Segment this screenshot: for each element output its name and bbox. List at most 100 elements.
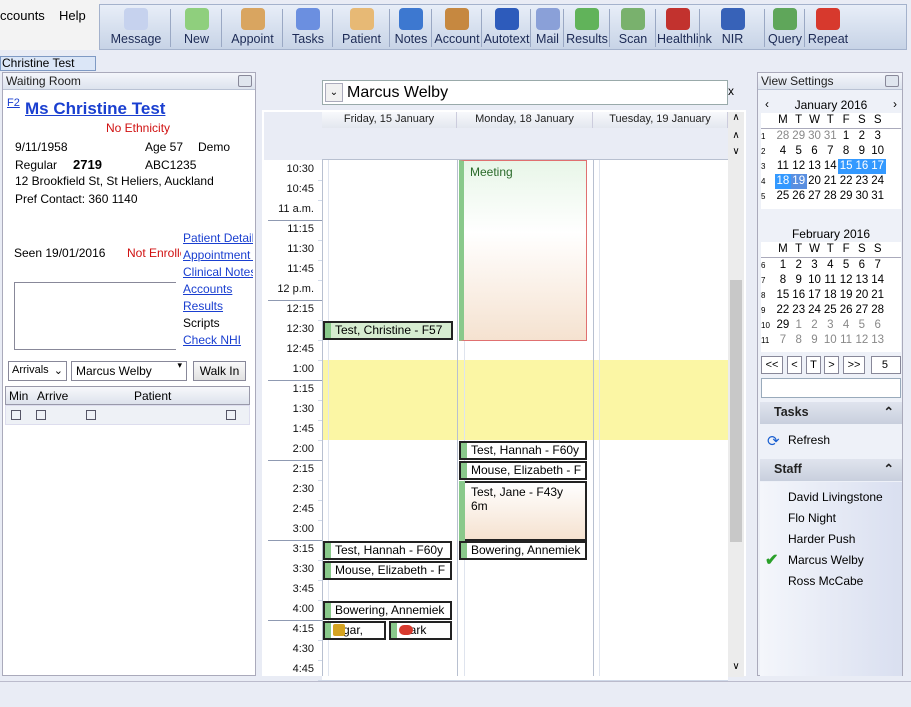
calendar-day[interactable]: 21 bbox=[870, 288, 886, 303]
calendar-nav-button[interactable]: < bbox=[787, 356, 802, 374]
toolbar-repeat-button[interactable]: Repeat bbox=[806, 7, 850, 49]
scroll-up-icon[interactable]: ∧ bbox=[728, 112, 744, 128]
f2-shortcut[interactable]: F2 bbox=[7, 97, 20, 109]
calendar-day[interactable]: 6 bbox=[807, 144, 823, 159]
calendar-day[interactable]: 17 bbox=[807, 288, 823, 303]
calendar-day[interactable]: 24 bbox=[870, 174, 886, 189]
day-header-tue[interactable]: Tuesday, 19 January bbox=[593, 112, 728, 128]
calendar-day[interactable]: 27 bbox=[807, 189, 823, 204]
filter-icon[interactable] bbox=[36, 410, 46, 420]
close-icon[interactable]: x bbox=[728, 84, 734, 98]
calendar-day[interactable]: 26 bbox=[838, 303, 854, 318]
calendar-day[interactable]: 21 bbox=[822, 174, 838, 189]
appointment[interactable]: Test, Christine - F57 bbox=[323, 321, 453, 340]
toolbar-query-button[interactable]: Query bbox=[766, 7, 804, 49]
menu-accounts[interactable]: ccounts bbox=[0, 8, 45, 23]
menu-help[interactable]: Help bbox=[59, 8, 86, 23]
toolbar-results-button[interactable]: Results bbox=[565, 7, 609, 49]
link-scripts[interactable]: Scripts bbox=[183, 316, 253, 333]
calendar-day[interactable]: 13 bbox=[807, 159, 823, 174]
calendar-day[interactable]: 10 bbox=[822, 333, 838, 348]
tasks-section-header[interactable]: Tasks ⌃ bbox=[760, 402, 902, 424]
toolbar-healthlink-button[interactable]: Healthlink bbox=[657, 7, 712, 49]
calendar-day[interactable]: 24 bbox=[807, 303, 823, 318]
appointment[interactable]: Mouse, Elizabeth - F bbox=[323, 561, 452, 580]
calendar-day[interactable]: 6 bbox=[854, 258, 870, 273]
scroll-down-icon[interactable]: ∨ bbox=[728, 146, 744, 162]
calendar-day[interactable]: 5 bbox=[791, 144, 807, 159]
link-appointment-h[interactable]: Appointment H bbox=[183, 248, 253, 265]
calendar-day[interactable]: 11 bbox=[775, 159, 791, 174]
toolbar-appoint-button[interactable]: Appoint bbox=[223, 7, 282, 49]
pin-icon[interactable] bbox=[885, 75, 899, 87]
calendar-day[interactable]: 1 bbox=[775, 258, 791, 273]
calendar-day[interactable]: 13 bbox=[870, 333, 886, 348]
appointment[interactable]: Test, Hannah - F60y bbox=[323, 541, 452, 560]
calendar-day[interactable]: 9 bbox=[791, 273, 807, 288]
prev-month-icon[interactable]: ‹ bbox=[765, 97, 769, 111]
calendar-day[interactable]: 16 bbox=[791, 288, 807, 303]
calendar-day[interactable]: 29 bbox=[838, 189, 854, 204]
calendar-day[interactable]: 26 bbox=[791, 189, 807, 204]
arrivals-select[interactable]: Arrivals ⌄ bbox=[8, 361, 67, 381]
calendar-day[interactable]: 11 bbox=[838, 333, 854, 348]
link-accounts[interactable]: Accounts bbox=[183, 282, 253, 299]
toolbar-autotext-button[interactable]: Autotext bbox=[483, 7, 530, 49]
appointment[interactable]: Bowering, Annemiek bbox=[323, 601, 452, 620]
col-patient[interactable]: Patient bbox=[134, 389, 171, 403]
toolbar-new-button[interactable]: New bbox=[172, 7, 221, 49]
calendar-day[interactable]: 12 bbox=[854, 333, 870, 348]
time-slot-row[interactable] bbox=[322, 400, 728, 420]
calendar-day[interactable]: 28 bbox=[775, 129, 791, 144]
collapse-icon[interactable]: ⌃ bbox=[884, 402, 894, 423]
patient-tab[interactable]: Christine Test bbox=[0, 56, 96, 71]
link-check-nhi[interactable]: Check NHI bbox=[183, 333, 253, 350]
toolbar-scan-button[interactable]: Scan bbox=[611, 7, 655, 49]
staff-item[interactable]: David Livingstone bbox=[788, 490, 883, 504]
scroll-thumb[interactable] bbox=[730, 280, 742, 542]
calendar-day[interactable]: 14 bbox=[822, 159, 838, 174]
calendar-day[interactable]: 3 bbox=[807, 258, 823, 273]
link-patient-details[interactable]: Patient Details bbox=[183, 231, 253, 248]
calendar-day[interactable]: 20 bbox=[854, 288, 870, 303]
refresh-button[interactable]: Refresh bbox=[788, 433, 830, 447]
calendar-day[interactable]: 28 bbox=[822, 189, 838, 204]
staff-item[interactable]: Harder Push bbox=[788, 532, 855, 546]
col-arrive[interactable]: Arrive bbox=[37, 389, 68, 403]
calendar-nav-button[interactable]: > bbox=[824, 356, 839, 374]
chevron-down-icon[interactable]: ⌄ bbox=[325, 83, 343, 102]
staff-section-header[interactable]: Staff ⌃ bbox=[760, 459, 902, 481]
patient-name[interactable]: Ms Christine Test bbox=[25, 99, 165, 119]
calendar-day[interactable]: 13 bbox=[854, 273, 870, 288]
calendar-day[interactable]: 16 bbox=[853, 159, 870, 174]
time-slot-row[interactable] bbox=[322, 380, 728, 400]
calendar-day[interactable]: 7 bbox=[822, 144, 838, 159]
weeks-spinner[interactable]: 5 bbox=[871, 356, 901, 374]
diary-doctor-select[interactable]: ⌄ Marcus Welby bbox=[322, 80, 728, 105]
calendar-day[interactable]: 19 bbox=[838, 288, 854, 303]
calendar-day[interactable]: 9 bbox=[854, 144, 870, 159]
calendar-day[interactable]: 1 bbox=[838, 129, 854, 144]
toolbar-message-button[interactable]: Message bbox=[102, 7, 170, 49]
calendar-day[interactable]: 30 bbox=[854, 189, 870, 204]
calendar-day[interactable]: 7 bbox=[870, 258, 886, 273]
calendar-day[interactable]: 9 bbox=[807, 333, 823, 348]
time-slot-row[interactable] bbox=[322, 360, 728, 380]
calendar-day[interactable]: 8 bbox=[791, 333, 807, 348]
refresh-icon[interactable]: ⟳ bbox=[767, 432, 780, 450]
staff-item[interactable]: Flo Night bbox=[788, 511, 836, 525]
calendar-nav-button[interactable]: T bbox=[806, 356, 821, 374]
calendar-day[interactable]: 25 bbox=[822, 303, 838, 318]
filter-icon[interactable] bbox=[11, 410, 21, 420]
calendar-day[interactable]: 15 bbox=[838, 159, 854, 174]
calendar-day[interactable]: 30 bbox=[807, 129, 823, 144]
calendar-day[interactable]: 8 bbox=[838, 144, 854, 159]
toolbar-patient-button[interactable]: Patient bbox=[334, 7, 389, 49]
calendar-day[interactable]: 23 bbox=[854, 174, 870, 189]
calendar-day[interactable]: 4 bbox=[775, 144, 791, 159]
toolbar-tasks-button[interactable]: Tasks bbox=[284, 7, 332, 49]
next-month-icon[interactable]: › bbox=[893, 97, 897, 111]
calendar-day[interactable]: 10 bbox=[870, 144, 886, 159]
calendar-day[interactable]: 14 bbox=[870, 273, 886, 288]
calendar-day[interactable]: 4 bbox=[838, 318, 854, 333]
